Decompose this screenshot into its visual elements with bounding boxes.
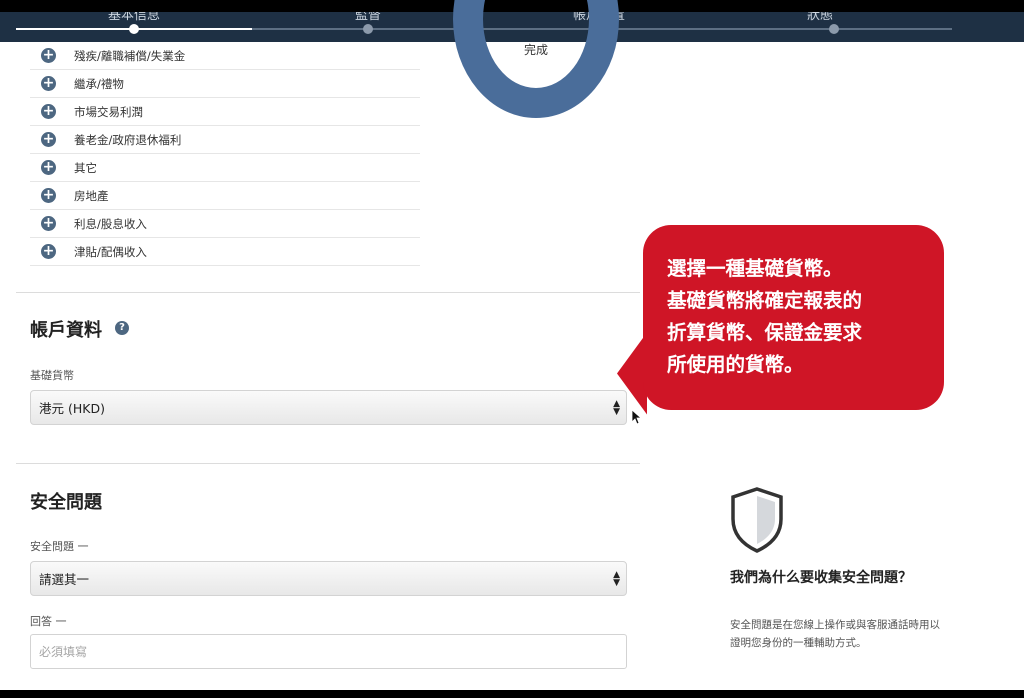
- shield-icon: [731, 487, 783, 553]
- section-divider: [16, 463, 640, 464]
- plus-circle-icon[interactable]: +: [41, 188, 56, 203]
- plus-circle-icon[interactable]: +: [41, 48, 56, 63]
- security-info-body: 安全問題是在您線上操作或與客服通話時用以證明您身份的一種輔助方式。: [730, 619, 940, 649]
- income-source-label: 市場交易利潤: [74, 104, 143, 119]
- income-source-item[interactable]: + 市場交易利潤: [30, 98, 420, 126]
- answer-1-label: 回答 一: [30, 615, 67, 628]
- step-label-basic-info[interactable]: 基本信息: [108, 12, 160, 23]
- security-question-1-label: 安全問題 一: [30, 540, 89, 553]
- callout-line: 折算貨幣、保證金要求: [667, 321, 863, 344]
- income-source-item[interactable]: + 殘疾/離職補償/失業金: [30, 42, 420, 70]
- base-currency-value: 港元 (HKD): [39, 401, 105, 416]
- income-source-label: 養老金/政府退休福利: [74, 132, 182, 147]
- callout-bubble: 選擇一種基礎貨幣。 基礎貨幣將確定報表的 折算貨幣、保證金要求 所使用的貨幣。: [643, 225, 944, 410]
- income-source-item[interactable]: + 房地產: [30, 182, 420, 210]
- application-page: 基本信息 監督 帳戶設置 狀態 完成 + 殘疾/離職補償/失業金 + 繼承/禮物…: [0, 0, 1024, 698]
- answer-1-input[interactable]: [30, 634, 627, 669]
- step-dot-status[interactable]: [829, 24, 839, 34]
- callout-line: 選擇一種基礎貨幣。: [667, 257, 843, 280]
- income-source-label: 房地產: [74, 188, 109, 203]
- income-source-label: 利息/股息收入: [74, 216, 147, 231]
- callout-line: 基礎貨幣將確定報表的: [667, 289, 863, 312]
- step-label-status[interactable]: 狀態: [807, 12, 833, 23]
- plus-circle-icon[interactable]: +: [41, 76, 56, 91]
- completion-label: 完成: [523, 43, 548, 57]
- step-dot-basic-info[interactable]: [129, 24, 139, 34]
- plus-circle-icon[interactable]: +: [41, 216, 56, 231]
- plus-circle-icon[interactable]: +: [41, 160, 56, 175]
- completion-donut-chart: [453, 0, 619, 118]
- income-source-label: 殘疾/離職補償/失業金: [74, 48, 186, 63]
- section-divider: [16, 292, 640, 293]
- account-section-title: 帳戶資料: [30, 320, 102, 341]
- security-info-title: 我們為什么要收集安全問題？: [730, 570, 912, 586]
- security-question-1-value: 請選其一: [39, 572, 90, 587]
- income-source-item[interactable]: + 其它: [30, 154, 420, 182]
- step-dot-supervision[interactable]: [363, 24, 373, 34]
- income-source-label: 津貼/配偶收入: [74, 244, 147, 259]
- income-source-item[interactable]: + 繼承/禮物: [30, 70, 420, 98]
- plus-circle-icon[interactable]: +: [41, 244, 56, 259]
- income-source-item[interactable]: + 養老金/政府退休福利: [30, 126, 420, 154]
- callout-line: 所使用的貨幣。: [667, 353, 804, 376]
- question-circle-icon[interactable]: ?: [115, 321, 129, 335]
- income-source-item[interactable]: + 津貼/配偶收入: [30, 238, 420, 266]
- income-source-item[interactable]: + 利息/股息收入: [30, 210, 420, 238]
- select-arrows-icon: ▲ ▼: [613, 570, 620, 588]
- base-currency-label: 基礎貨幣: [30, 369, 74, 382]
- income-source-label: 繼承/禮物: [74, 76, 124, 91]
- bottom-letterbox: [0, 690, 1024, 698]
- step-label-supervision[interactable]: 監督: [355, 12, 381, 23]
- security-section-title: 安全問題: [30, 492, 102, 513]
- plus-circle-icon[interactable]: +: [41, 104, 56, 119]
- plus-circle-icon[interactable]: +: [41, 132, 56, 147]
- base-currency-select[interactable]: 港元 (HKD) ▲ ▼: [30, 390, 627, 425]
- security-question-1-select[interactable]: 請選其一 ▲ ▼: [30, 561, 627, 596]
- income-source-label: 其它: [74, 160, 97, 175]
